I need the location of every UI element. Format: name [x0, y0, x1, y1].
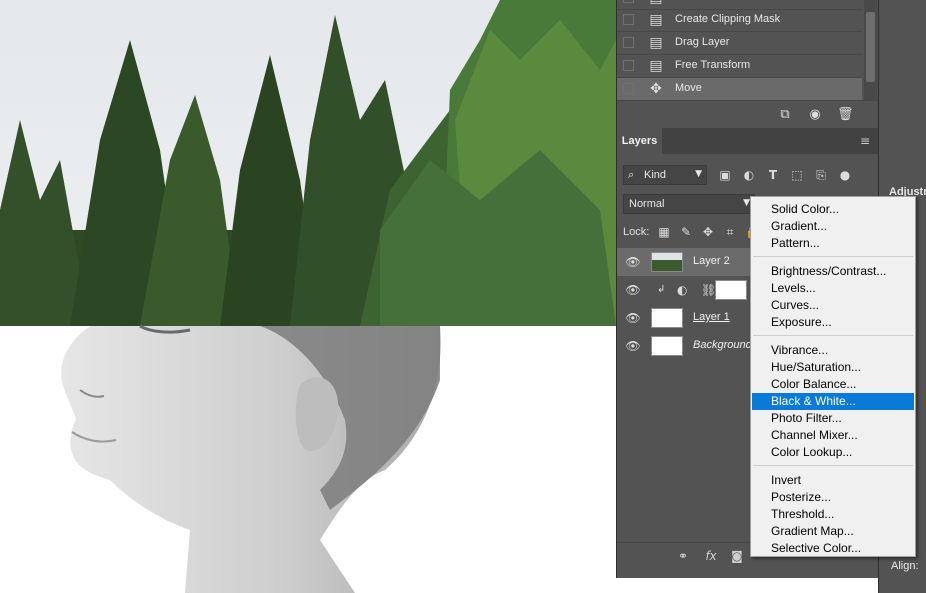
history-item[interactable]: ▤ Free Transform: [617, 55, 862, 78]
image-filter-icon[interactable]: ▣: [717, 167, 733, 183]
visibility-eye-icon[interactable]: 👁: [625, 283, 641, 297]
menu-item-solid-color[interactable]: Solid Color...: [752, 201, 914, 218]
camera-icon[interactable]: ◉: [807, 107, 823, 123]
link-icon[interactable]: ⚭: [675, 548, 691, 564]
history-item-label: Create Clipping Mask: [675, 13, 781, 25]
menu-item-threshold[interactable]: Threshold...: [752, 506, 914, 523]
menu-item-channel-mixer[interactable]: Channel Mixer...: [752, 427, 914, 444]
fx-icon[interactable]: fx: [703, 548, 719, 564]
layers-tab-bar: Layers ≡: [617, 128, 879, 155]
history-snapshot-checkbox[interactable]: [623, 14, 634, 25]
history-item-label: Free Transform: [675, 59, 751, 71]
history-item-active[interactable]: ✥ Move: [617, 78, 862, 101]
history-snapshot-checkbox[interactable]: [623, 83, 634, 94]
history-panel: ▤ ▤ Create Clipping Mask ▤ Drag Layer ▤ …: [616, 0, 879, 128]
menu-item-vibrance[interactable]: Vibrance...: [752, 342, 914, 359]
smart-object-filter-icon[interactable]: ⎘: [813, 167, 829, 183]
menu-item-photo-filter[interactable]: Photo Filter...: [752, 410, 914, 427]
document-icon: ▤: [649, 35, 663, 51]
history-snapshot-checkbox[interactable]: [623, 0, 634, 3]
menu-separator: [753, 256, 913, 257]
chevron-down-icon: ▼: [695, 169, 702, 179]
menu-item-brightness-contrast[interactable]: Brightness/Contrast...: [752, 263, 914, 280]
visibility-eye-icon[interactable]: 👁: [625, 311, 641, 325]
lock-artboard-icon[interactable]: ⌗: [723, 224, 737, 240]
align-label: Align:: [891, 560, 919, 572]
lock-transparent-pixels-icon[interactable]: ▦: [657, 224, 671, 240]
layer-thumbnail: [651, 336, 683, 356]
lock-image-pixels-icon[interactable]: ✎: [679, 224, 693, 240]
history-item-label: Move: [675, 82, 702, 94]
portrait: [61, 324, 441, 593]
menu-item-levels[interactable]: Levels...: [752, 280, 914, 297]
blend-mode-select[interactable]: Normal ▼: [623, 194, 755, 214]
history-snapshot-checkbox[interactable]: [623, 60, 634, 71]
history-item[interactable]: ▤ Create Clipping Mask: [617, 9, 862, 32]
adjustment-filter-icon[interactable]: ◐: [741, 167, 757, 183]
type-filter-icon[interactable]: T: [765, 167, 781, 183]
tab-layers[interactable]: Layers: [617, 128, 662, 155]
search-icon: ⌕: [628, 168, 635, 181]
lock-label: Lock:: [623, 226, 650, 238]
visibility-eye-icon[interactable]: 👁: [625, 255, 641, 269]
lock-position-icon[interactable]: ✥: [701, 224, 715, 240]
menu-item-color-lookup[interactable]: Color Lookup...: [752, 444, 914, 461]
menu-item-color-balance[interactable]: Color Balance...: [752, 376, 914, 393]
layer-thumbnail: [651, 252, 683, 272]
filter-kind-select[interactable]: ⌕ Kind ▼: [623, 165, 707, 185]
filter-toggle-icon[interactable]: ●: [837, 167, 853, 183]
history-list: ▤ ▤ Create Clipping Mask ▤ Drag Layer ▤ …: [617, 0, 862, 101]
visibility-eye-icon[interactable]: 👁: [625, 339, 641, 353]
menu-item-gradient[interactable]: Gradient...: [752, 218, 914, 235]
layer-name: Background: [693, 339, 752, 351]
menu-item-curves[interactable]: Curves...: [752, 297, 914, 314]
menu-item-black-white[interactable]: Black & White...: [752, 393, 914, 410]
adjustment-layer-menu: Solid Color... Gradient... Pattern... Br…: [750, 196, 916, 557]
document-canvas[interactable]: [0, 0, 616, 593]
menu-separator: [753, 465, 913, 466]
trash-icon[interactable]: 🗑: [837, 107, 854, 123]
layer-name: Layer 1: [693, 311, 730, 323]
menu-item-hue-saturation[interactable]: Hue/Saturation...: [752, 359, 914, 376]
layer-name: Layer 2: [693, 255, 730, 267]
mask-link-icon[interactable]: ⛓: [701, 283, 716, 297]
menu-item-selective-color[interactable]: Selective Color...: [752, 540, 914, 557]
menu-item-pattern[interactable]: Pattern...: [752, 235, 914, 252]
layer-mask-thumbnail: [715, 280, 747, 300]
history-footer: ⧉ ◉ 🗑: [617, 100, 879, 129]
menu-item-gradient-map[interactable]: Gradient Map...: [752, 523, 914, 540]
menu-item-invert[interactable]: Invert: [752, 472, 914, 489]
bottom-strip: [616, 578, 878, 593]
filter-kind-value: Kind: [644, 169, 667, 181]
menu-item-posterize[interactable]: Posterize...: [752, 489, 914, 506]
adjustment-layer-icon: ◐: [677, 283, 688, 297]
blend-mode-value: Normal: [629, 198, 665, 210]
history-scrollbar[interactable]: [864, 0, 877, 100]
menu-item-exposure[interactable]: Exposure...: [752, 314, 914, 331]
layer-thumbnail: [651, 308, 683, 328]
history-snapshot-checkbox[interactable]: [623, 37, 634, 48]
panel-menu-icon[interactable]: ≡: [860, 135, 871, 147]
history-item[interactable]: ▤ Drag Layer: [617, 32, 862, 55]
canvas-artwork: [0, 0, 616, 593]
menu-separator: [753, 335, 913, 336]
mask-icon[interactable]: ◙: [729, 548, 745, 564]
document-icon: ▤: [649, 58, 663, 74]
move-icon: ✥: [650, 81, 662, 97]
scrollbar-thumb[interactable]: [866, 12, 875, 82]
history-item-label: Drag Layer: [675, 36, 730, 48]
chevron-down-icon: ▼: [743, 198, 750, 208]
document-icon: ▤: [649, 12, 663, 28]
clipping-arrow-icon: ↲: [657, 284, 666, 295]
document-icon: ▤: [648, 0, 664, 6]
shape-filter-icon[interactable]: ⬚: [789, 167, 805, 183]
new-document-from-state-icon[interactable]: ⧉: [777, 107, 793, 123]
